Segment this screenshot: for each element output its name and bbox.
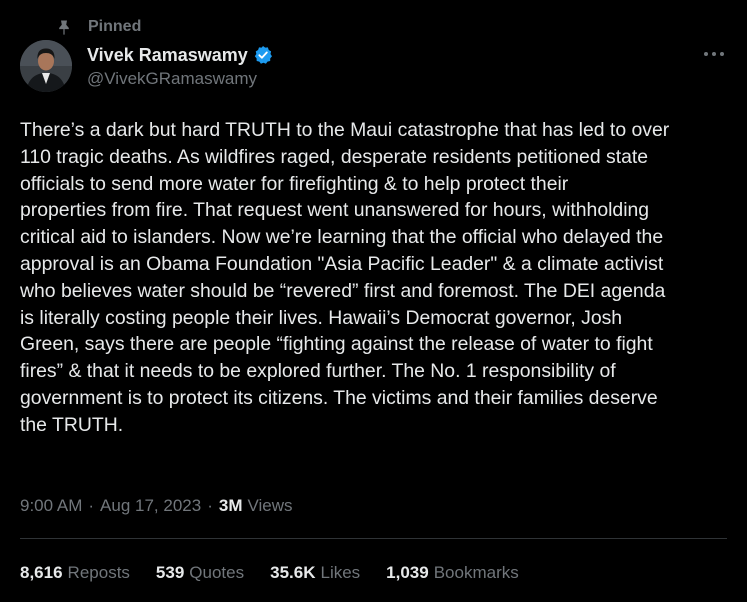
- pin-icon: [56, 19, 72, 35]
- tweet-text-line: who believes water should be “revered” f…: [20, 279, 666, 302]
- tweet-text-line: 110 tragic deaths. As wildfires raged, d…: [20, 145, 649, 168]
- tweet-text-line: There’s a dark but hard TRUTH to the Mau…: [20, 119, 670, 141]
- verified-badge-icon[interactable]: [253, 45, 273, 65]
- tweet-text-line: the TRUTH.: [20, 413, 124, 436]
- author-handle[interactable]: @VivekGRamaswamy: [87, 69, 257, 89]
- views-count[interactable]: 3M: [219, 496, 243, 516]
- bookmarks-stat[interactable]: 1,039 Bookmarks: [386, 563, 519, 583]
- tweet-time[interactable]: 9:00 AM: [20, 496, 82, 516]
- likes-label: Likes: [320, 563, 361, 582]
- tweet-text-line: approval is an Obama Foundation "Asia Pa…: [20, 252, 664, 275]
- likes-stat[interactable]: 35.6K Likes: [270, 563, 360, 583]
- meta-separator: ·: [88, 496, 95, 515]
- meta-separator: ·: [207, 496, 213, 515]
- divider: [20, 538, 727, 539]
- tweet-text: There’s a dark but hard TRUTH to the Mau…: [20, 117, 735, 439]
- likes-count: 35.6K: [270, 563, 316, 582]
- tweet-text-line: Green, says there are people “fighting a…: [20, 333, 653, 356]
- tweet-meta: 9:00 AM · Aug 17, 2023 · 3M Views: [20, 496, 293, 516]
- quotes-count: 539: [155, 563, 185, 582]
- tweet-date[interactable]: Aug 17, 2023: [100, 496, 201, 516]
- author-display-name[interactable]: Vivek Ramaswamy: [87, 45, 248, 66]
- avatar[interactable]: [20, 40, 72, 92]
- tweet-text-line: properties from fire. That request went …: [20, 199, 650, 222]
- more-options-button[interactable]: [701, 42, 727, 64]
- quotes-stat[interactable]: 539 Quotes: [156, 563, 244, 583]
- tweet-text-line: is literally costing people their lives.…: [20, 306, 623, 329]
- tweet-text-line: government is to protect its citizens. T…: [20, 386, 658, 409]
- quotes-label: Quotes: [189, 563, 245, 582]
- author-name-line: Vivek Ramaswamy: [87, 43, 273, 67]
- pinned-label: Pinned: [88, 18, 142, 35]
- tweet-text-line: fires” & that it needs to be explored fu…: [20, 360, 616, 383]
- pinned-indicator: Pinned: [56, 17, 141, 37]
- bookmarks-label: Bookmarks: [433, 563, 519, 582]
- tweet-text-line: critical aid to islanders. Now we’re lea…: [20, 226, 664, 249]
- tweet-text-line: officials to send more water for firefig…: [20, 172, 569, 195]
- reposts-stat[interactable]: 8,616 Reposts: [20, 563, 130, 583]
- reposts-count: 8,616: [20, 563, 63, 582]
- engagement-stats: 8,616 Reposts 539 Quotes 35.6K Likes 1,0…: [20, 563, 545, 583]
- tweet-header: Vivek Ramaswamy @VivekGRamaswamy: [20, 40, 747, 94]
- bookmarks-count: 1,039: [386, 563, 429, 582]
- views-label: Views: [247, 496, 293, 515]
- more-horizontal-icon: [703, 44, 725, 62]
- reposts-label: Reposts: [67, 563, 130, 582]
